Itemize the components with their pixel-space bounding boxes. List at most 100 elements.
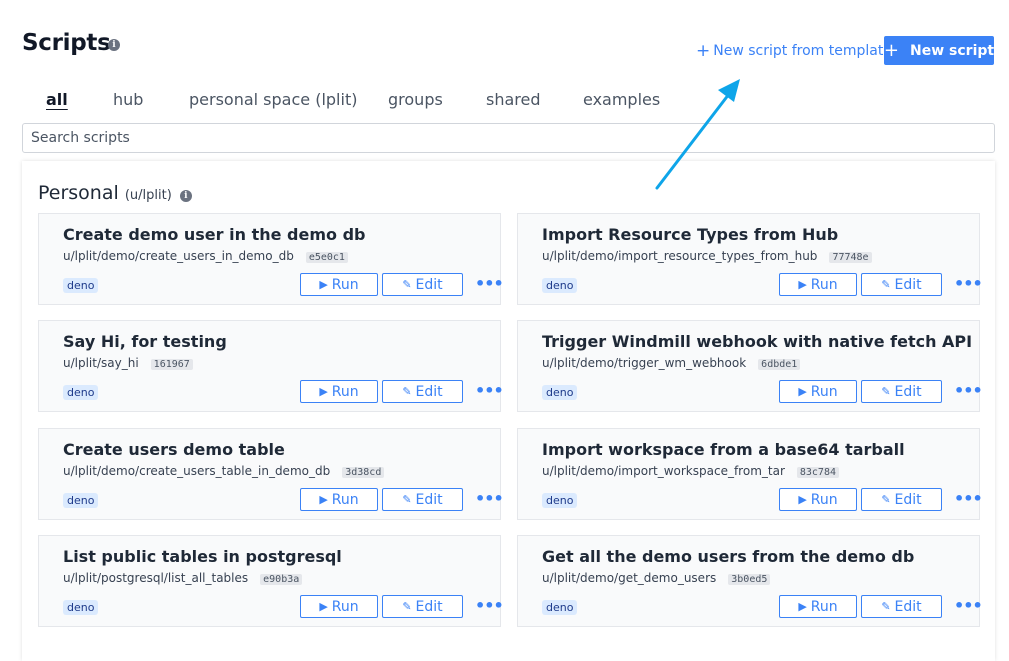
run-button[interactable]: ▶ Run [779,380,857,403]
script-path: u/lplit/demo/create_users_in_demo_db e5e0… [63,249,348,263]
play-icon: ▶ [798,600,807,613]
run-button[interactable]: ▶ Run [300,380,378,403]
script-title[interactable]: Trigger Windmill webhook with native fet… [542,332,972,351]
more-options-button[interactable]: ••• [475,489,504,509]
edit-button[interactable]: ✎ Edit [382,380,463,403]
language-badge: deno [63,385,99,400]
language-badge: deno [63,493,99,508]
run-button[interactable]: ▶ Run [779,488,857,511]
info-icon[interactable]: i [179,190,192,202]
script-title[interactable]: Import Resource Types from Hub [542,225,838,244]
script-path-text: u/lplit/say_hi [63,356,139,370]
edit-button[interactable]: ✎ Edit [382,595,463,618]
script-card[interactable]: Say Hi, for testing u/lplit/say_hi 161967 d… [38,320,504,412]
plus-icon: + [883,40,900,61]
script-hash: 161967 [150,359,193,370]
more-options-button[interactable]: ••• [954,274,983,294]
script-card[interactable]: Create demo user in the demo db u/lplit/d… [38,213,504,305]
tab-shared[interactable]: shared [486,90,541,109]
run-label: Run [331,383,359,400]
edit-icon: ✎ [881,278,891,291]
edit-button[interactable]: ✎ Edit [861,273,942,296]
more-options-button[interactable]: ••• [475,274,504,294]
script-hash: 3d38cd [342,467,385,478]
run-label: Run [810,598,838,615]
new-script-button[interactable]: + New script [884,36,994,65]
edit-icon: ✎ [402,600,412,613]
script-hash: e90b3a [260,574,303,585]
edit-button[interactable]: ✎ Edit [861,380,942,403]
search-input[interactable] [22,123,995,153]
more-options-button[interactable]: ••• [954,381,983,401]
language-badge: deno [63,600,99,615]
play-icon: ▶ [319,600,328,613]
script-title[interactable]: Say Hi, for testing [63,332,227,351]
run-button[interactable]: ▶ Run [300,595,378,618]
script-title[interactable]: List public tables in postgresql [63,547,342,566]
script-card[interactable]: Get all the demo users from the demo db u… [517,535,983,627]
script-path-text: u/lplit/demo/import_resource_types_from_… [542,249,818,263]
script-hash: 3b0ed5 [728,574,771,585]
run-button[interactable]: ▶ Run [779,273,857,296]
more-options-button[interactable]: ••• [954,489,983,509]
edit-label: Edit [415,383,443,400]
script-card[interactable]: Import workspace from a base64 tarball u/… [517,428,983,520]
tab-groups[interactable]: groups [388,90,443,109]
edit-button[interactable]: ✎ Edit [382,488,463,511]
script-title[interactable]: Create users demo table [63,440,285,459]
play-icon: ▶ [798,493,807,506]
run-button[interactable]: ▶ Run [779,595,857,618]
script-card[interactable]: Create users demo table u/lplit/demo/crea… [38,428,504,520]
section-title: Personal (u/lplit) i [38,182,192,204]
more-options-button[interactable]: ••• [475,381,504,401]
tab-all[interactable]: all [46,90,68,109]
script-path: u/lplit/say_hi 161967 [63,356,193,370]
edit-label: Edit [894,598,922,615]
script-path: u/lplit/demo/trigger_wm_webhook 6dbde1 [542,356,801,370]
edit-button[interactable]: ✎ Edit [382,273,463,296]
script-title[interactable]: Import workspace from a base64 tarball [542,440,905,459]
language-badge: deno [542,278,578,293]
script-card[interactable]: Trigger Windmill webhook with native fet… [517,320,983,412]
edit-label: Edit [894,276,922,293]
script-title[interactable]: Create demo user in the demo db [63,225,365,244]
edit-label: Edit [415,598,443,615]
edit-icon: ✎ [402,278,412,291]
tab-personal-space[interactable]: personal space (lplit) [189,90,357,109]
new-script-from-template-label: New script from template [713,43,892,59]
run-button[interactable]: ▶ Run [300,273,378,296]
play-icon: ▶ [798,385,807,398]
script-path-text: u/lplit/demo/get_demo_users [542,571,717,585]
section-title-label: Personal [38,182,119,204]
edit-icon: ✎ [402,385,412,398]
language-badge: deno [542,385,578,400]
tab-hub[interactable]: hub [113,90,143,109]
plus-icon: + [696,41,711,61]
run-button[interactable]: ▶ Run [300,488,378,511]
tab-examples[interactable]: examples [583,90,660,109]
edit-icon: ✎ [402,493,412,506]
script-title[interactable]: Get all the demo users from the demo db [542,547,914,566]
edit-label: Edit [894,491,922,508]
edit-icon: ✎ [881,385,891,398]
edit-label: Edit [894,383,922,400]
run-label: Run [331,598,359,615]
script-card[interactable]: List public tables in postgresql u/lplit/… [38,535,504,627]
script-path-text: u/lplit/demo/trigger_wm_webhook [542,356,747,370]
run-label: Run [331,491,359,508]
script-card[interactable]: Import Resource Types from Hub u/lplit/de… [517,213,983,305]
new-script-from-template-button[interactable]: + New script from template [696,41,892,61]
more-options-button[interactable]: ••• [475,596,504,616]
script-path: u/lplit/demo/import_workspace_from_tar 83… [542,464,839,478]
script-path-text: u/lplit/demo/create_users_table_in_demo_… [63,464,331,478]
language-badge: deno [63,278,99,293]
script-path: u/lplit/demo/create_users_table_in_demo_… [63,464,385,478]
edit-button[interactable]: ✎ Edit [861,595,942,618]
run-label: Run [331,276,359,293]
play-icon: ▶ [319,385,328,398]
script-path: u/lplit/postgresql/list_all_tables e90b3a [63,571,303,585]
info-icon[interactable]: i [108,39,120,51]
edit-button[interactable]: ✎ Edit [861,488,942,511]
more-options-button[interactable]: ••• [954,596,983,616]
script-hash: 6dbde1 [758,359,801,370]
